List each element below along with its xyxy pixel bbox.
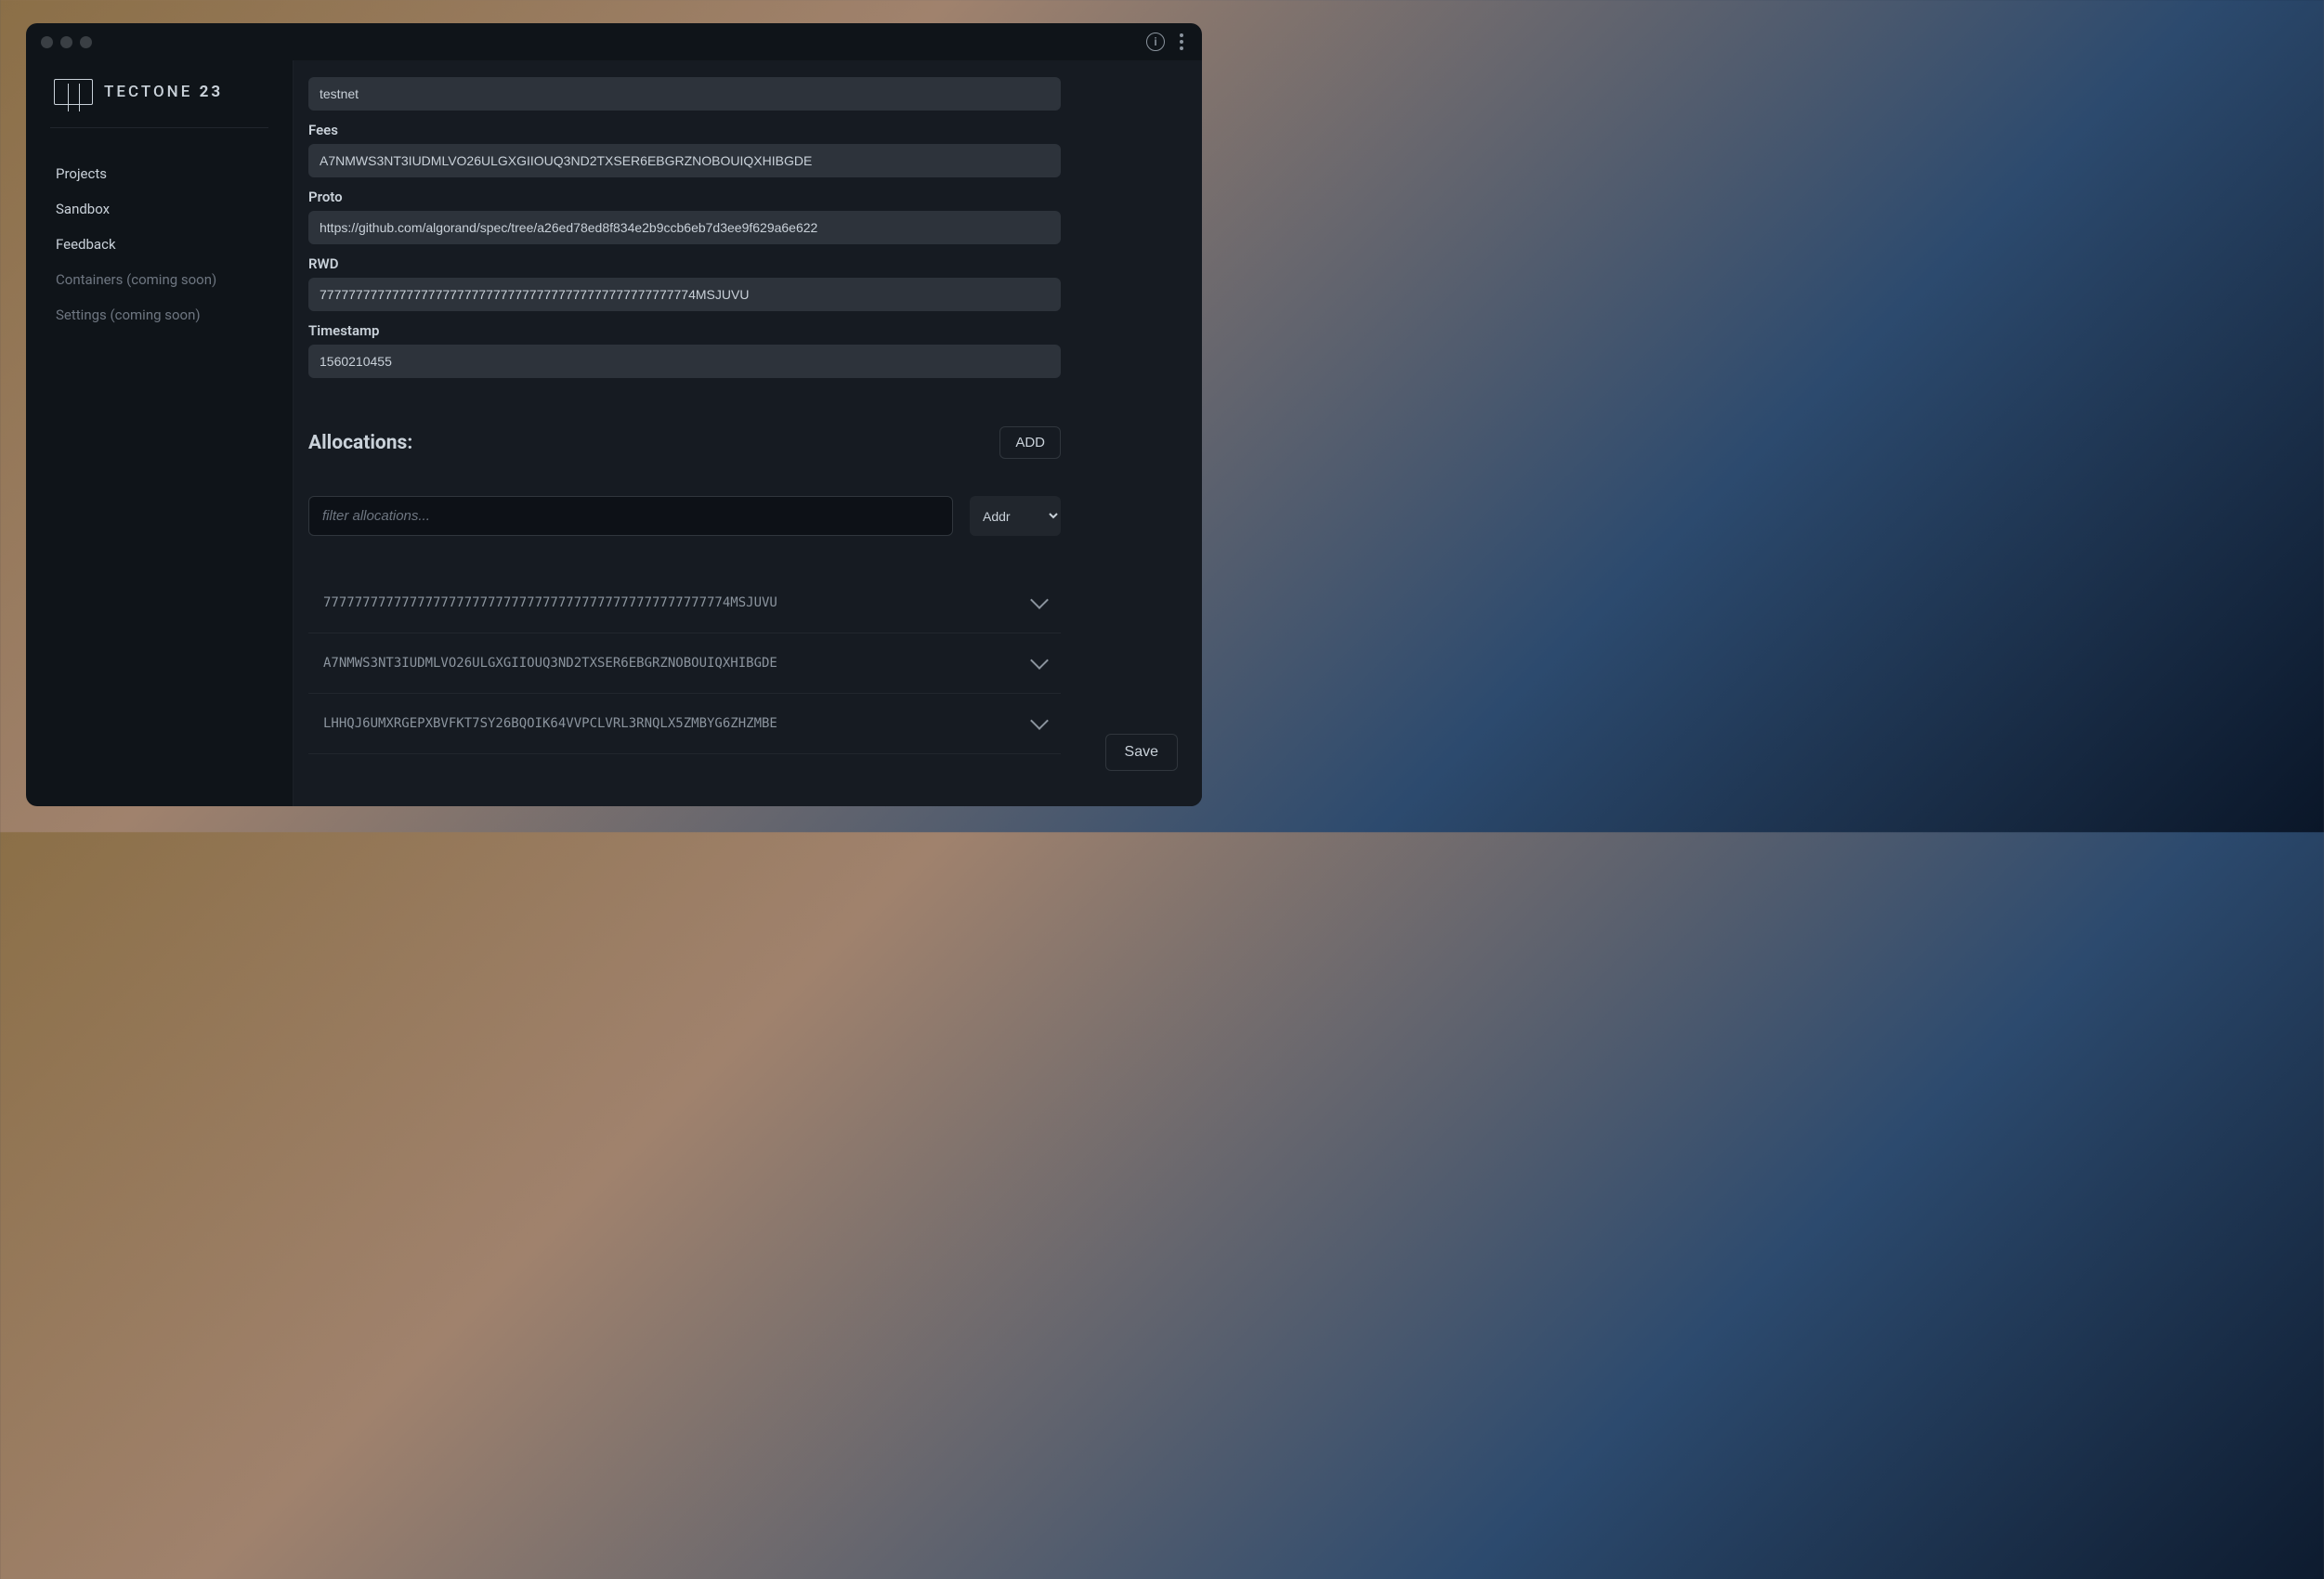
fees-input[interactable]	[308, 144, 1061, 177]
allocations-title: Allocations:	[308, 432, 412, 454]
kebab-menu-icon[interactable]	[1176, 30, 1187, 54]
save-button[interactable]: Save	[1105, 734, 1178, 771]
titlebar: i	[26, 23, 1202, 60]
app-window: i TECTONE 23 Projects Sandbox Feedback C…	[26, 23, 1202, 806]
allocation-address: 7777777777777777777777777777777777777777…	[323, 595, 777, 610]
sort-select[interactable]: Addr	[970, 496, 1061, 536]
timestamp-input[interactable]	[308, 345, 1061, 378]
network-input[interactable]	[308, 77, 1061, 111]
minimize-window-icon[interactable]	[60, 36, 72, 48]
divider	[50, 127, 268, 128]
proto-field-group: Proto	[308, 189, 1187, 244]
close-window-icon[interactable]	[41, 36, 53, 48]
allocation-address: A7NMWS3NT3IUDMLVO26ULGXGIIOUQ3ND2TXSER6E…	[323, 656, 777, 671]
app-body: TECTONE 23 Projects Sandbox Feedback Con…	[26, 60, 1202, 806]
rwd-label: RWD	[308, 255, 1187, 272]
filter-allocations-input[interactable]	[308, 496, 953, 536]
proto-label: Proto	[308, 189, 1187, 205]
allocation-row[interactable]: A7NMWS3NT3IUDMLVO26ULGXGIIOUQ3ND2TXSER6E…	[308, 633, 1061, 694]
chevron-down-icon	[1030, 651, 1049, 670]
fees-field-group: Fees	[308, 122, 1187, 177]
sidebar-item-sandbox[interactable]: Sandbox	[26, 191, 293, 227]
timestamp-field-group: Timestamp	[308, 322, 1187, 378]
info-icon[interactable]: i	[1146, 33, 1165, 51]
allocations-header: Allocations: ADD	[308, 426, 1061, 459]
sidebar-nav: Projects Sandbox Feedback Containers (co…	[26, 147, 293, 342]
proto-input[interactable]	[308, 211, 1061, 244]
window-controls	[41, 36, 92, 48]
sidebar-item-settings: Settings (coming soon)	[26, 297, 293, 333]
sidebar-item-containers: Containers (coming soon)	[26, 262, 293, 297]
allocation-row[interactable]: LHHQJ6UMXRGEPXBVFKT7SY26BQOIK64VVPCLVRL3…	[308, 694, 1061, 754]
titlebar-actions: i	[1146, 30, 1187, 54]
rwd-input[interactable]	[308, 278, 1061, 311]
allocations-list: 7777777777777777777777777777777777777777…	[308, 573, 1061, 754]
fees-label: Fees	[308, 122, 1187, 138]
add-allocation-button[interactable]: ADD	[999, 426, 1061, 459]
main-content: Fees Proto RWD Timestamp Allocations: AD…	[294, 60, 1202, 806]
chevron-down-icon	[1030, 591, 1049, 609]
allocations-filter-row: Addr	[308, 496, 1061, 536]
logo: TECTONE 23	[26, 79, 293, 127]
sidebar: TECTONE 23 Projects Sandbox Feedback Con…	[26, 60, 294, 806]
allocation-row[interactable]: 7777777777777777777777777777777777777777…	[308, 573, 1061, 633]
chevron-down-icon	[1030, 711, 1049, 730]
network-field-group	[308, 77, 1187, 111]
sidebar-item-feedback[interactable]: Feedback	[26, 227, 293, 262]
maximize-window-icon[interactable]	[80, 36, 92, 48]
sidebar-item-projects[interactable]: Projects	[26, 156, 293, 191]
logo-text: TECTONE 23	[104, 83, 223, 101]
allocation-address: LHHQJ6UMXRGEPXBVFKT7SY26BQOIK64VVPCLVRL3…	[323, 716, 777, 731]
rwd-field-group: RWD	[308, 255, 1187, 311]
timestamp-label: Timestamp	[308, 322, 1187, 339]
logo-icon	[54, 79, 93, 105]
